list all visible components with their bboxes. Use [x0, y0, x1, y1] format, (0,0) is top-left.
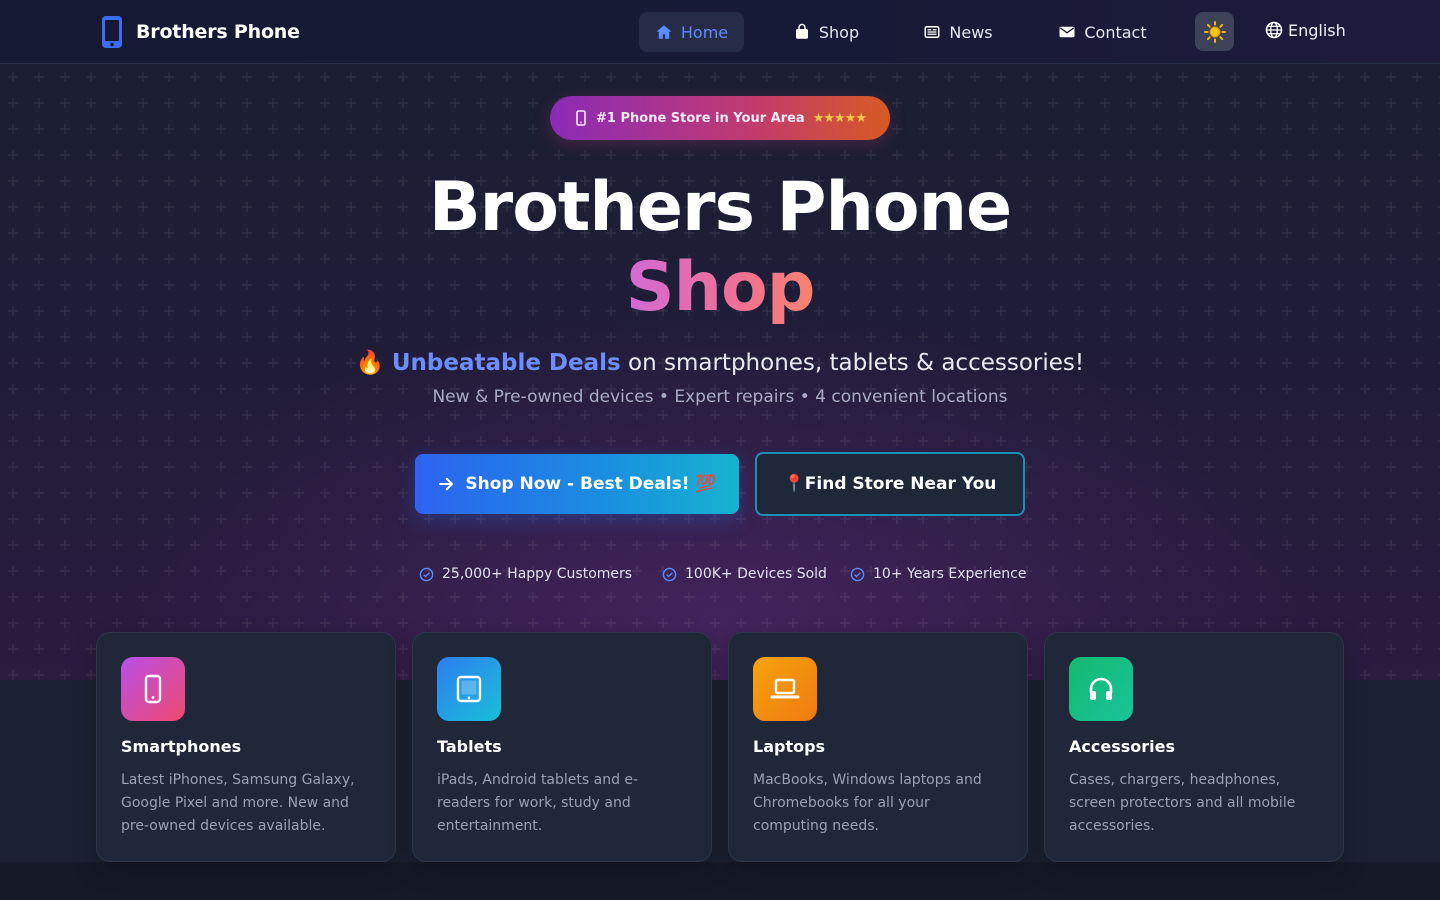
phone-logo-icon [102, 16, 122, 48]
rating-stars: ★★★★★ [812, 110, 867, 126]
laptop-icon [770, 678, 800, 699]
nav-news-label: News [949, 22, 993, 42]
tagline-rest: on smartphones, tablets & accessories! [628, 350, 1085, 376]
nav-news[interactable]: News [908, 12, 1008, 52]
brand-name: Brothers Phone [136, 21, 300, 43]
accessories-icon-tile [1069, 657, 1133, 721]
page-bottom-band [0, 862, 1440, 900]
newspaper-icon [924, 26, 940, 38]
hero-title: Brothers Phone [428, 168, 1012, 247]
category-card-laptops[interactable]: Laptops MacBooks, Windows laptops and Ch… [728, 632, 1028, 862]
category-card-accessories[interactable]: Accessories Cases, chargers, headphones,… [1044, 632, 1344, 862]
shop-now-label: Shop Now - Best Deals! 💯 [465, 474, 717, 494]
language-label: English [1288, 20, 1346, 40]
check-circle-icon [662, 567, 677, 581]
find-store-label: 📍Find Store Near You [783, 474, 997, 494]
nav-shop[interactable]: Shop [776, 12, 876, 52]
hero-stats: 25,000+ Happy Customers 100K+ Devices So… [0, 562, 1440, 586]
stat-experience: 10+ Years Experience [850, 562, 1026, 586]
mobile-icon [576, 110, 586, 126]
tagline-highlight: Unbeatable Deals [391, 350, 621, 376]
hero-title-shop: Shop [625, 248, 816, 327]
badge-text: #1 Phone Store in Your Area [596, 110, 805, 126]
hero-section: #1 Phone Store in Your Area ★★★★★ Brothe… [0, 64, 1440, 680]
globe-icon [1265, 21, 1283, 39]
stat-customers: 25,000+ Happy Customers [419, 562, 632, 586]
check-circle-icon [850, 567, 865, 581]
navbar: Brothers Phone Home Shop News Contact En… [0, 0, 1440, 64]
card-description: iPads, Android tablets and e-readers for… [437, 772, 639, 834]
stat-devices-label: 100K+ Devices Sold [685, 566, 827, 582]
nav-contact-label: Contact [1084, 22, 1147, 42]
arrow-right-icon [439, 477, 454, 491]
shop-now-button[interactable]: Shop Now - Best Deals! 💯 [415, 454, 739, 514]
check-circle-icon [419, 567, 434, 581]
hero-title-highlight: Shop [0, 248, 1440, 328]
nav-contact[interactable]: Contact [1040, 12, 1165, 52]
sun-icon [1203, 20, 1226, 43]
laptops-icon-tile [753, 657, 817, 721]
headphones-icon [1089, 677, 1113, 700]
smartphones-icon-tile [121, 657, 185, 721]
nav-home[interactable]: Home [639, 12, 744, 52]
category-card-smartphones[interactable]: Smartphones Latest iPhones, Samsung Gala… [96, 632, 396, 862]
stat-devices: 100K+ Devices Sold [662, 562, 827, 586]
home-icon [656, 25, 672, 39]
theme-toggle-button[interactable] [1195, 12, 1234, 51]
nav-shop-label: Shop [818, 22, 860, 42]
nav-home-label: Home [680, 22, 729, 42]
top-store-badge: #1 Phone Store in Your Area ★★★★★ [550, 96, 890, 140]
card-title: Smartphones [121, 737, 242, 756]
category-card-tablets[interactable]: Tablets iPads, Android tablets and e-rea… [412, 632, 712, 862]
tablet-icon [456, 675, 482, 703]
fire-emoji: 🔥 [355, 350, 385, 376]
card-title: Tablets [437, 737, 502, 756]
envelope-icon [1059, 26, 1075, 38]
language-selector[interactable]: English [1264, 18, 1346, 42]
card-description: Latest iPhones, Samsung Galaxy, Google P… [121, 772, 355, 834]
smartphone-icon [144, 674, 162, 704]
card-title: Accessories [1069, 737, 1175, 756]
card-description: Cases, chargers, headphones, screen prot… [1069, 772, 1296, 834]
shopping-bag-icon [795, 23, 808, 39]
brand-logo[interactable]: Brothers Phone [100, 14, 300, 50]
card-description: MacBooks, Windows laptops and Chromebook… [753, 772, 982, 834]
card-title: Laptops [753, 737, 826, 756]
hero-subline: New & Pre-owned devices • Expert repairs… [432, 387, 1008, 407]
find-store-button[interactable]: 📍Find Store Near You [755, 452, 1025, 516]
tablets-icon-tile [437, 657, 501, 721]
stat-experience-label: 10+ Years Experience [873, 566, 1027, 582]
hero-tagline: 🔥 Unbeatable Deals on smartphones, table… [0, 346, 1440, 380]
stat-customers-label: 25,000+ Happy Customers [442, 566, 633, 582]
